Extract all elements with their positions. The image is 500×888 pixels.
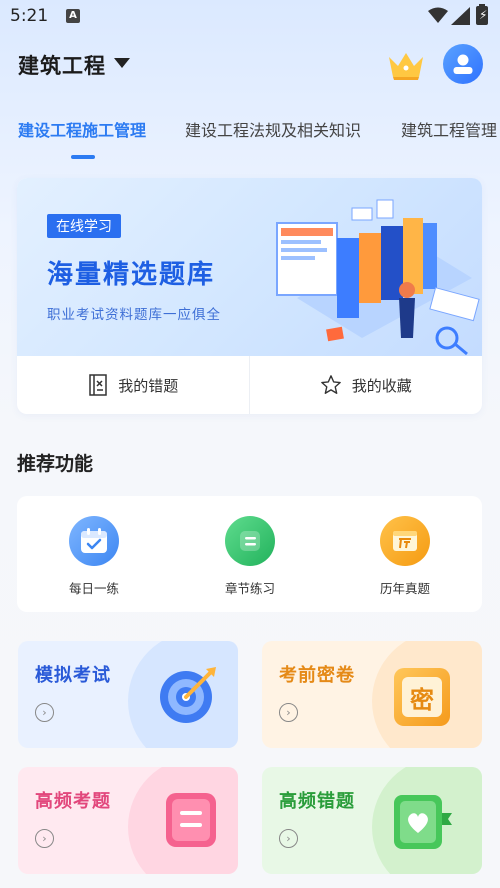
tile-mock-exam[interactable]: 模拟考试 › [18,641,238,748]
banner-title: 海量精选题库 [47,260,216,290]
tab-building-management[interactable]: 建筑工程管理 [401,117,497,141]
tab-indicator [71,155,95,159]
secret-paper-glyph: 密 [402,677,442,717]
my-favorites-label: 我的收藏 [351,376,412,395]
target-icon [160,667,216,723]
star-icon [320,375,341,394]
tile-pre-exam-paper-title: 考前密卷 [279,665,355,686]
wrong-list-icon [89,374,107,396]
chevron-right-icon: › [35,829,54,848]
tile-frequent-questions[interactable]: 高频考题 › [18,767,238,874]
chevron-right-icon: › [279,703,298,722]
feature-past-exams[interactable]: 历年真题 [355,516,455,597]
course-selector[interactable]: 建筑工程 [18,50,106,80]
history-paper-icon [380,516,430,566]
wifi-icon [428,7,448,23]
tile-mock-exam-title: 模拟考试 [35,665,111,686]
banner-card: 在线学习 海量精选题库 职业考试资料题库一应俱全 我的错题 我的收藏 [17,178,482,414]
tile-frequent-mistakes-title: 高频错题 [279,791,355,812]
tile-frequent-mistakes[interactable]: 高频错题 › [262,767,482,874]
charging-icon: ⚡ [479,8,488,22]
notification-icon: A [66,9,80,23]
feature-past-exams-label: 历年真题 [379,581,430,596]
avatar[interactable] [443,44,483,84]
status-time: 5:21 [10,6,49,26]
banner[interactable]: 在线学习 海量精选题库 职业考试资料题库一应俱全 [17,178,482,356]
banner-subtitle: 职业考试资料题库一应俱全 [47,307,221,323]
tab-construction-law[interactable]: 建设工程法规及相关知识 [185,117,361,141]
chapter-icon [225,516,275,566]
my-wrong-questions-button[interactable]: 我的错题 [17,356,250,414]
user-icon [453,54,473,74]
crown-icon[interactable] [386,48,426,82]
chevron-right-icon: › [35,703,54,722]
bookshelf-illustration [276,199,480,356]
recommend-card: 每日一练 章节练习 历年真题 [17,496,482,612]
heart-book-icon [394,795,452,849]
caret-down-icon[interactable] [114,58,130,68]
tile-frequent-questions-title: 高频考题 [35,791,111,812]
signal-icon [451,7,470,25]
recommend-title: 推荐功能 [17,453,94,475]
banner-actions: 我的错题 我的收藏 [17,356,482,414]
hot-question-icon [166,793,216,847]
calendar-check-icon [69,516,119,566]
banner-tag: 在线学习 [47,214,121,238]
chevron-right-icon: › [279,829,298,848]
feature-daily-practice[interactable]: 每日一练 [44,516,144,597]
feature-chapter-practice[interactable]: 章节练习 [200,516,300,597]
action-divider [249,356,250,414]
feature-daily-practice-label: 每日一练 [68,581,119,596]
my-wrong-questions-label: 我的错题 [118,376,179,395]
tile-pre-exam-paper[interactable]: 考前密卷 › 密 [262,641,482,748]
secret-paper-icon: 密 [394,668,450,726]
tab-construction-management[interactable]: 建设工程施工管理 [18,117,146,141]
feature-chapter-practice-label: 章节练习 [224,581,275,596]
my-favorites-button[interactable]: 我的收藏 [250,356,483,414]
